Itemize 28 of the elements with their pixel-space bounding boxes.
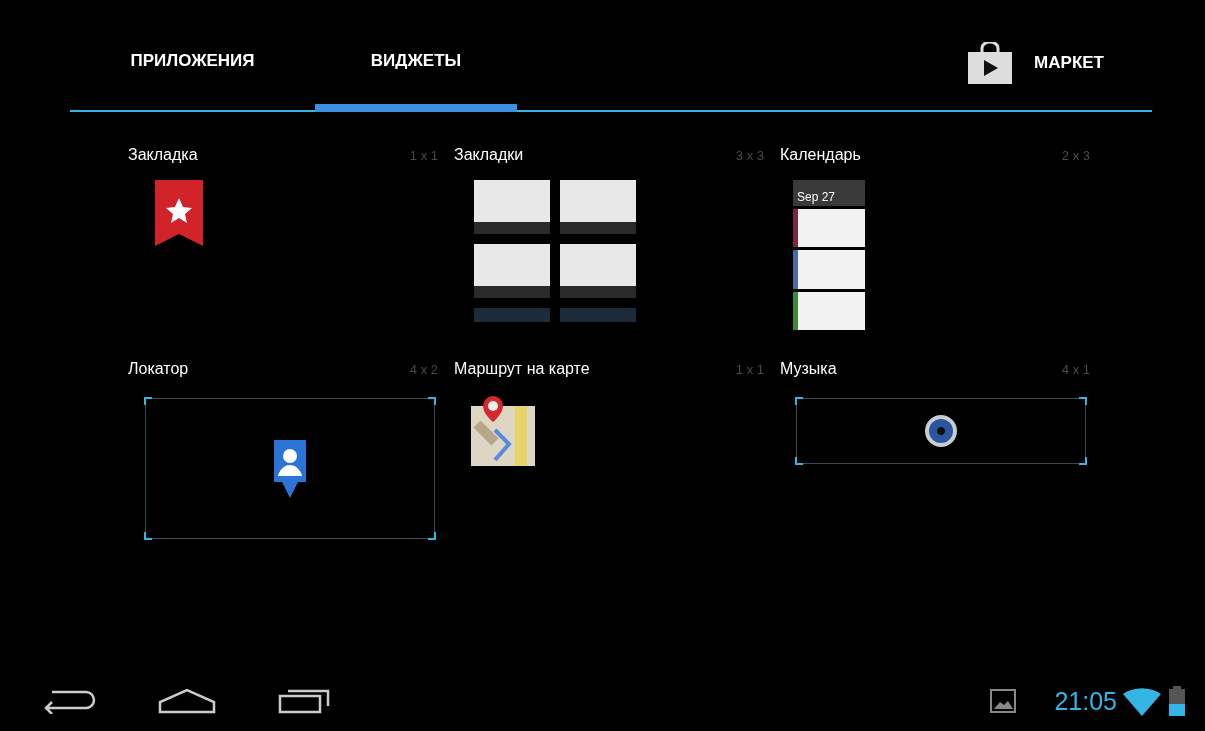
widget-name: Закладки bbox=[454, 146, 524, 164]
calendar-event-preview bbox=[793, 291, 865, 330]
calendar-event-preview bbox=[793, 250, 865, 289]
widget-name: Локатор bbox=[128, 360, 189, 378]
widget-size: 1 x 1 bbox=[409, 147, 438, 163]
battery-icon bbox=[1169, 686, 1185, 716]
widget-size: 4 x 1 bbox=[1061, 361, 1090, 377]
person-pin-icon bbox=[272, 439, 308, 498]
widget-size: 1 x 1 bbox=[735, 361, 764, 377]
image-icon[interactable] bbox=[990, 689, 1017, 713]
widget-name: Музыка bbox=[780, 360, 837, 378]
clock-time: 21:05 bbox=[1054, 686, 1117, 716]
bookmark-ribbon-icon bbox=[155, 180, 203, 246]
tab[interactable]: ПРИЛОЖЕНИЯ bbox=[70, 26, 315, 112]
widget-size: 2 x 3 bbox=[1061, 147, 1090, 163]
widget-size: 4 x 2 bbox=[409, 361, 438, 377]
widget-name: Закладка bbox=[128, 146, 198, 164]
widget-name: Календарь bbox=[780, 146, 861, 164]
shopping-bag-icon[interactable] bbox=[966, 42, 1015, 84]
map-route-icon bbox=[471, 394, 537, 468]
widget-size: 3 x 3 bbox=[735, 147, 764, 163]
market-link[interactable]: МАРКЕТ bbox=[1034, 53, 1104, 73]
speaker-icon bbox=[924, 414, 958, 448]
tab[interactable]: ВИДЖЕТЫ bbox=[315, 26, 517, 112]
wifi-icon bbox=[1123, 686, 1161, 716]
calendar-date: Sep 27 bbox=[797, 190, 836, 204]
widget-name: Маршрут на карте bbox=[454, 360, 590, 378]
calendar-event-preview bbox=[793, 209, 865, 248]
